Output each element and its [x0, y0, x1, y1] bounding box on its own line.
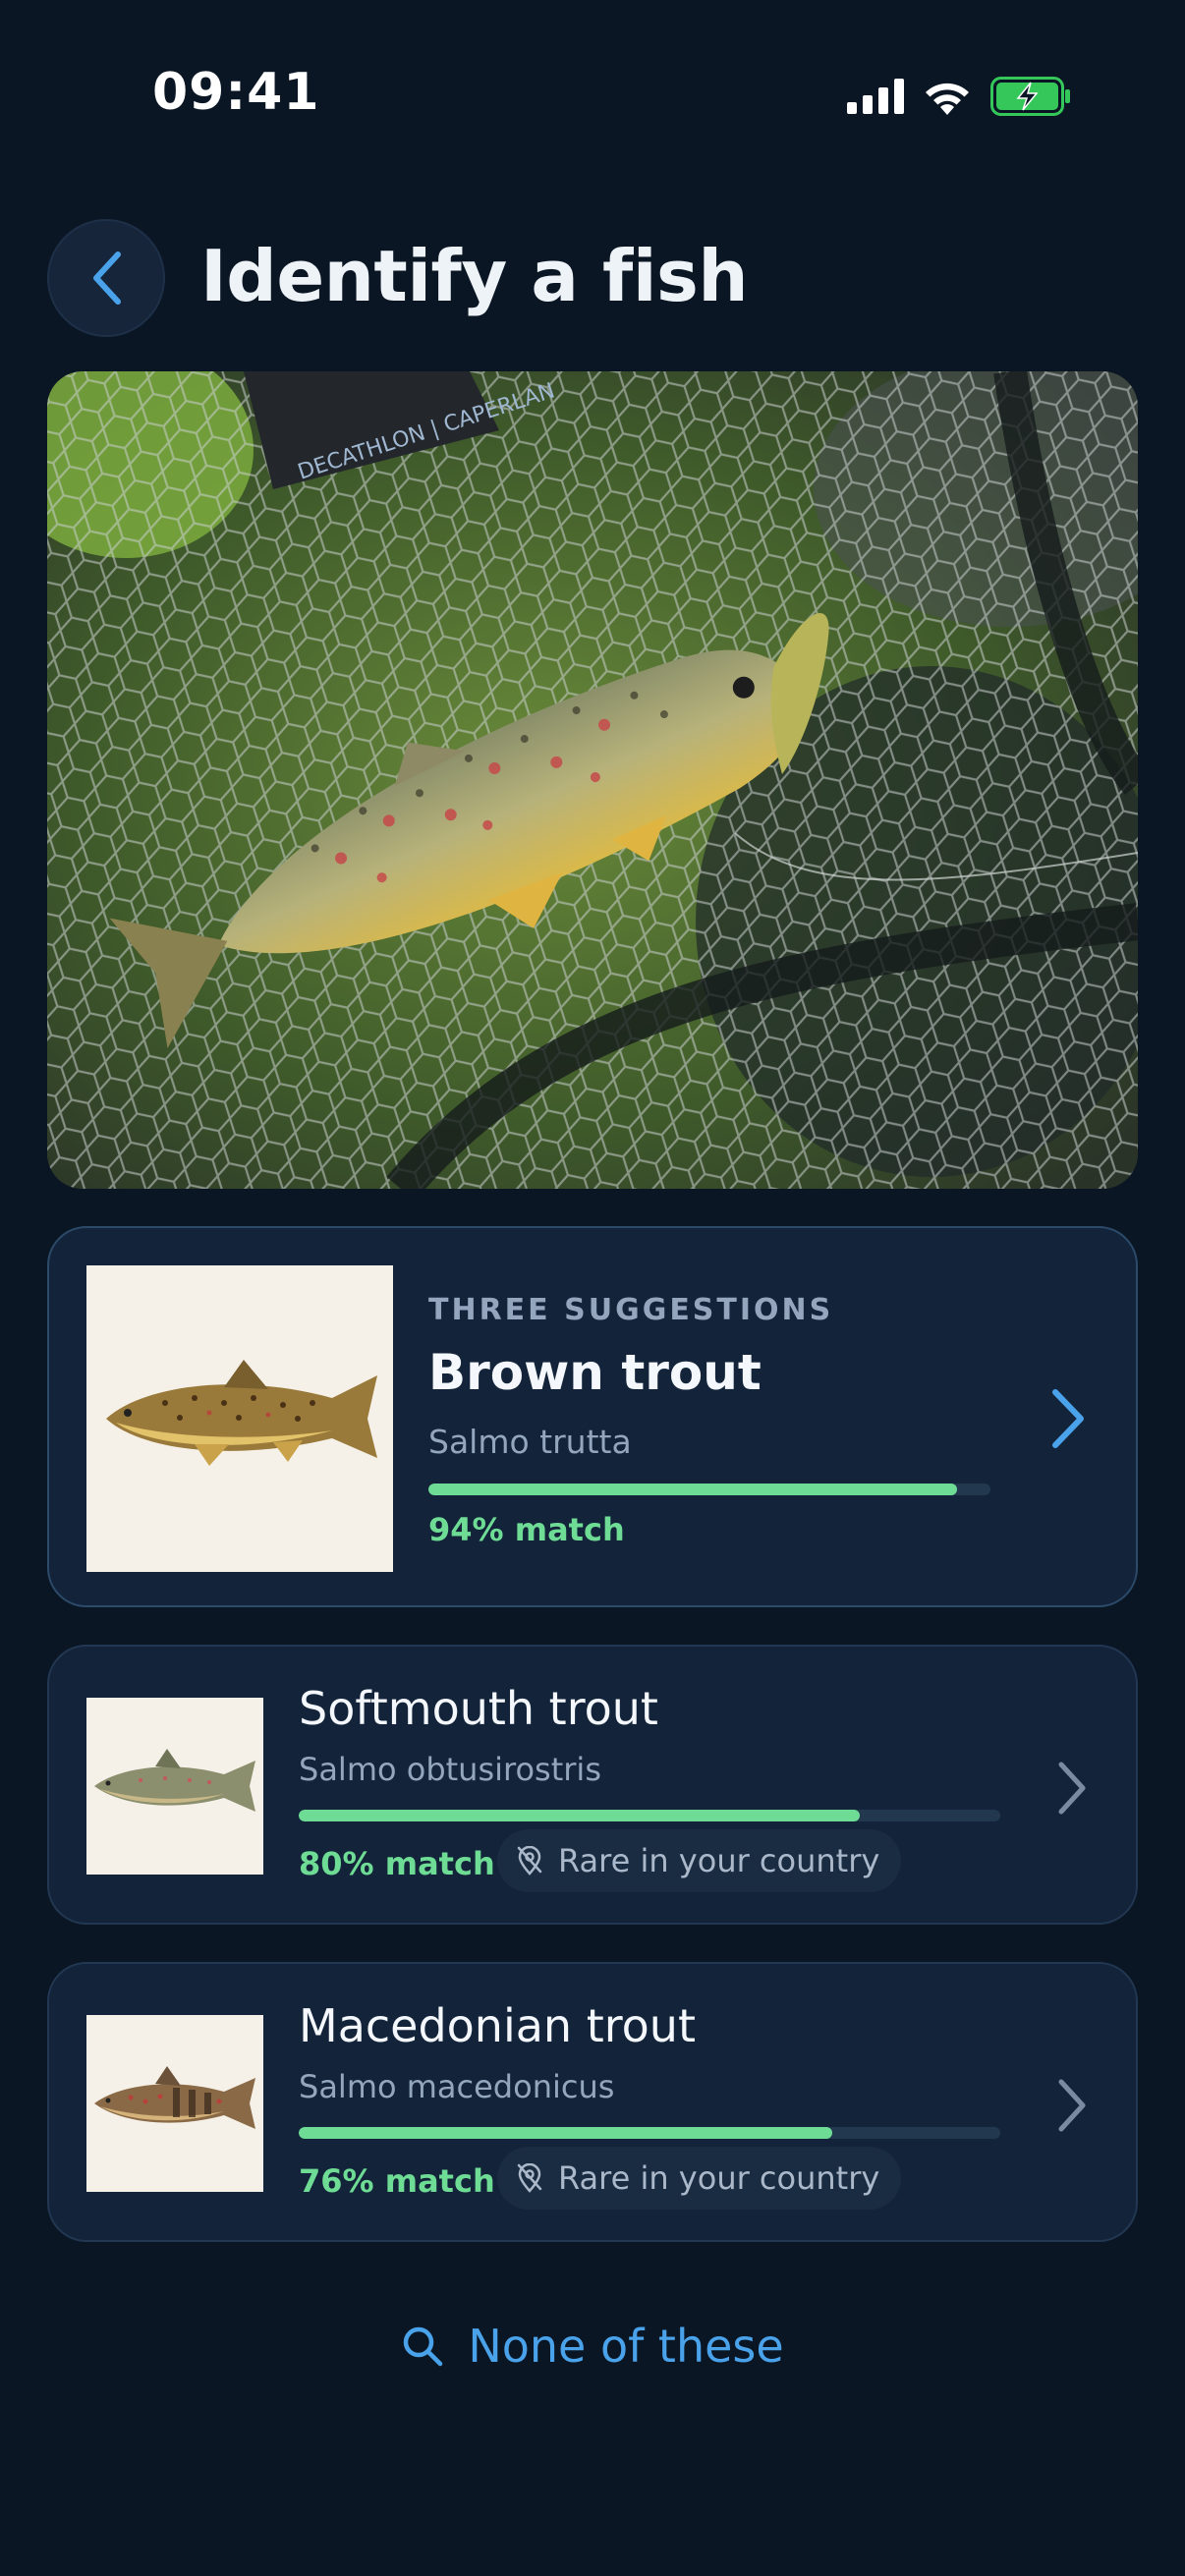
match-progress-fill: [299, 1810, 861, 1821]
wifi-icon: [926, 83, 969, 115]
status-time: 09:41: [152, 63, 320, 122]
rare-badge: Rare in your country: [497, 1829, 902, 1892]
match-percentage: 94% match: [428, 1511, 625, 1548]
match-progress-bar: [299, 2127, 1000, 2139]
none-of-these-label: None of these: [468, 2320, 784, 2373]
search-icon: [404, 2326, 443, 2367]
chevron-left-icon: [93, 252, 121, 305]
fish-name: Brown trout: [428, 1344, 762, 1401]
none-of-these-button[interactable]: None of these: [0, 2307, 1185, 2385]
fish-name: Softmouth trout: [299, 1682, 658, 1735]
status-bar: 09:41: [0, 0, 1185, 187]
rare-badge: Rare in your country: [497, 2147, 902, 2210]
match-progress-fill: [299, 2127, 832, 2139]
suggestion-card-softmouth[interactable]: Softmouth trout Salmo obtusirostris 80% …: [47, 1645, 1138, 1925]
rare-label: Rare in your country: [558, 1842, 880, 1879]
chevron-right-icon: [1042, 2066, 1100, 2145]
fish-thumbnail: [86, 2015, 263, 2192]
catch-photo: DECATHLON | CAPERLAN: [47, 371, 1138, 1189]
match-progress-bar: [299, 1810, 1000, 1821]
scientific-name: Salmo trutta: [428, 1423, 632, 1461]
status-icons: [847, 69, 1071, 124]
battery-charging-icon: [990, 77, 1070, 116]
fish-thumbnail: [86, 1698, 263, 1875]
location-off-icon: [517, 1846, 542, 1876]
match-progress-fill: [428, 1484, 957, 1495]
chevron-right-icon: [1038, 1379, 1097, 1458]
back-button[interactable]: [47, 219, 165, 337]
fish-name: Macedonian trout: [299, 1999, 696, 2052]
match-progress-bar: [428, 1484, 990, 1495]
suggestion-card-top[interactable]: THREE SUGGESTIONS Brown trout Salmo trut…: [47, 1226, 1138, 1607]
fish-thumbnail: [86, 1265, 393, 1572]
suggestions-count-label: THREE SUGGESTIONS: [428, 1293, 834, 1327]
suggestion-card-macedonian[interactable]: Macedonian trout Salmo macedonicus 76% m…: [47, 1962, 1138, 2242]
scientific-name: Salmo obtusirostris: [299, 1751, 601, 1788]
page-title: Identify a fish: [200, 235, 749, 317]
location-off-icon: [517, 2163, 542, 2193]
match-percentage: 76% match: [299, 2162, 495, 2200]
match-percentage: 80% match: [299, 1845, 495, 1882]
signal-icon: [847, 79, 904, 114]
chevron-right-icon: [1042, 1749, 1100, 1827]
rare-label: Rare in your country: [558, 2159, 880, 2197]
scientific-name: Salmo macedonicus: [299, 2068, 615, 2105]
